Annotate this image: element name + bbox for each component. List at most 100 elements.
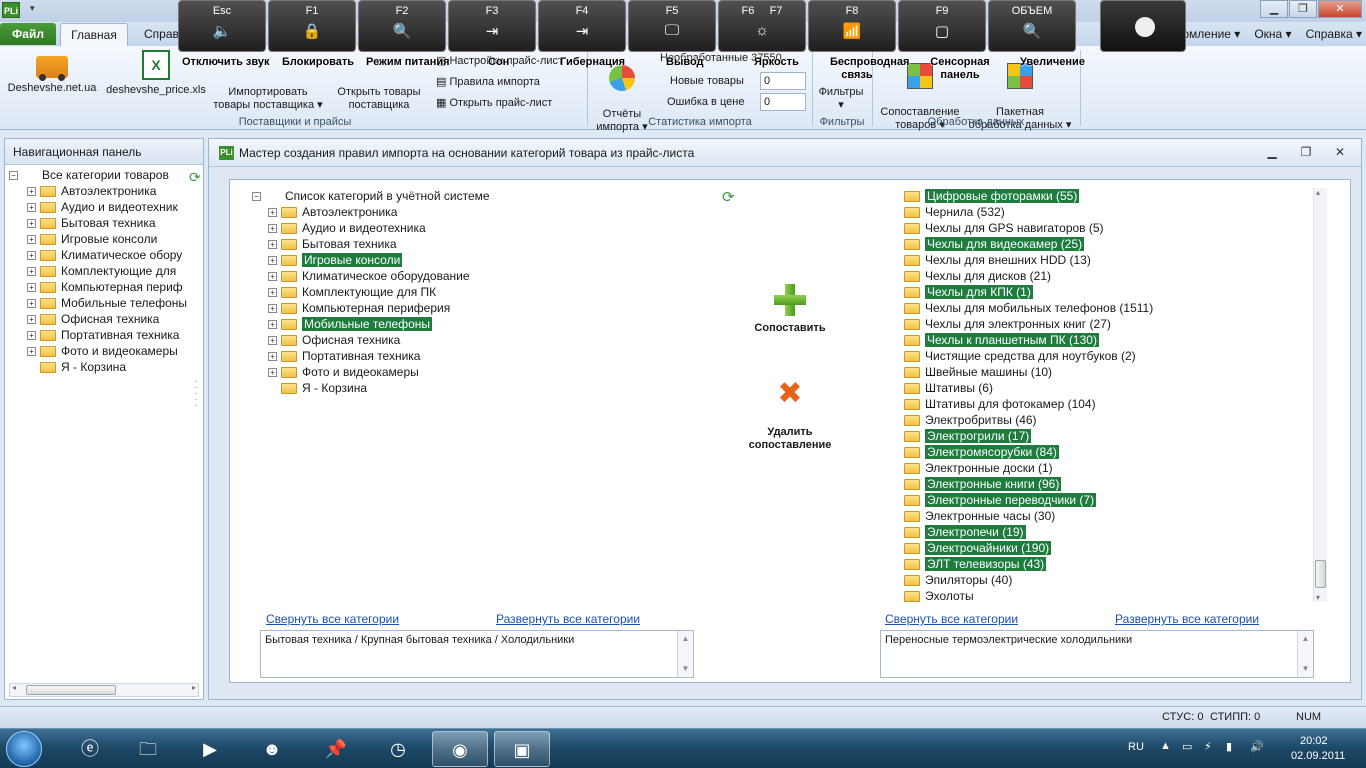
- clock-date[interactable]: 02.09.2011: [1291, 750, 1345, 762]
- menu-appearance[interactable]: омление ▾: [1182, 27, 1240, 41]
- pricelist-category-item[interactable]: Чехлы для мобильных телефонов (1511): [904, 300, 1153, 316]
- expand-icon[interactable]: +: [268, 208, 277, 218]
- nav-item[interactable]: + Климатическое обору: [5, 247, 187, 263]
- expand-icon[interactable]: +: [27, 267, 36, 277]
- pricelist-category-item[interactable]: ЭЛТ телевизоры (43): [904, 556, 1153, 572]
- expand-icon[interactable]: +: [27, 219, 36, 229]
- open-price-list-menu[interactable]: ▦ Открыть прайс-лист: [436, 96, 552, 109]
- pricelist-category-item[interactable]: Электронные часы (30): [904, 508, 1153, 524]
- nav-item[interactable]: + Компьютерная периф: [5, 279, 187, 295]
- pricelist-category-item[interactable]: Цифровые фоторамки (55): [904, 188, 1153, 204]
- nav-item[interactable]: + Бытовая техника: [5, 215, 187, 231]
- expand-icon[interactable]: +: [268, 256, 277, 266]
- scroll-up-arrow-icon[interactable]: ▴: [1316, 188, 1320, 197]
- expand-icon[interactable]: +: [27, 283, 36, 293]
- nav-item[interactable]: + Комплектующие для: [5, 263, 187, 279]
- expand-all-left-link[interactable]: Развернуть все категории: [496, 612, 640, 626]
- pricelist-category-item[interactable]: Чехлы к планшетным ПК (130): [904, 332, 1153, 348]
- language-indicator[interactable]: RU: [1128, 741, 1144, 753]
- left-category-item[interactable]: + Игровые консоли: [252, 252, 490, 268]
- expand-icon[interactable]: +: [27, 251, 36, 261]
- pricelist-category-item[interactable]: Чистящие средства для ноутбуков (2): [904, 348, 1153, 364]
- file-explorer-icon[interactable]: 🗀: [120, 731, 176, 767]
- scrollbar-thumb[interactable]: [26, 685, 116, 695]
- fkey-f5[interactable]: F5 🖵: [628, 0, 716, 52]
- internet-explorer-icon[interactable]: ⓔ: [62, 731, 118, 767]
- left-category-item[interactable]: + Бытовая техника: [252, 236, 490, 252]
- expand-icon[interactable]: +: [27, 187, 36, 197]
- import-rules-menu[interactable]: ▤ Правила импорта: [436, 75, 540, 88]
- pricelist-category-item[interactable]: Электропечи (19): [904, 524, 1153, 540]
- left-category-item[interactable]: + Аудио и видеотехника: [252, 220, 490, 236]
- tab-file[interactable]: Файл: [0, 23, 56, 45]
- left-category-item[interactable]: + Комплектующие для ПК: [252, 284, 490, 300]
- tree-root[interactable]: − Список категорий в учётной системе: [252, 188, 490, 204]
- refresh-icon[interactable]: ⟳: [189, 169, 201, 186]
- chrome-icon[interactable]: ◉: [432, 731, 488, 767]
- minimize-button[interactable]: ▁: [1260, 0, 1288, 18]
- filters-button[interactable]: Фильтры ▾: [814, 86, 868, 112]
- pli-app-icon[interactable]: ▣: [494, 731, 550, 767]
- scroll-right-arrow-icon[interactable]: ▸: [192, 683, 196, 692]
- left-path-box[interactable]: Бытовая техника / Крупная бытовая техник…: [260, 630, 694, 678]
- nav-item[interactable]: + Игровые консоли: [5, 231, 187, 247]
- expand-icon[interactable]: +: [268, 352, 277, 362]
- scroll-down-arrow-icon[interactable]: ▾: [1316, 593, 1320, 602]
- power-icon[interactable]: ⚡: [1204, 740, 1212, 753]
- scroll-left-arrow-icon[interactable]: ◂: [12, 683, 16, 692]
- expand-icon[interactable]: +: [268, 288, 277, 298]
- left-category-item[interactable]: + Портативная техника: [252, 348, 490, 364]
- nav-horizontal-scrollbar[interactable]: ◂ ▸: [9, 683, 199, 697]
- left-category-item[interactable]: + Автоэлектроника: [252, 204, 490, 220]
- volume-icon[interactable]: 🔊: [1250, 740, 1264, 753]
- nav-item[interactable]: + Аудио и видеотехник: [5, 199, 187, 215]
- nav-item[interactable]: + Портативная техника: [5, 327, 187, 343]
- expand-icon[interactable]: +: [27, 203, 36, 213]
- usb-icon[interactable]: ▭: [1182, 740, 1192, 753]
- pricelist-category-item[interactable]: Чехлы для КПК (1): [904, 284, 1153, 300]
- path-scrollbar[interactable]: ▲ ▼: [1297, 631, 1313, 677]
- show-hidden-icons-icon[interactable]: ▲: [1160, 740, 1171, 752]
- path-scrollbar[interactable]: ▲ ▼: [677, 631, 693, 677]
- pricelist-category-item[interactable]: Чехлы для GPS навигаторов (5): [904, 220, 1153, 236]
- nav-splitter-grip[interactable]: · · · · ·: [189, 377, 203, 439]
- pricelist-category-item[interactable]: Электронные доски (1): [904, 460, 1153, 476]
- deshevshe-button[interactable]: Deshevshe.net.ua: [6, 56, 98, 95]
- start-button[interactable]: [6, 731, 42, 767]
- expand-icon[interactable]: +: [268, 336, 277, 346]
- refresh-icon[interactable]: ⟳: [722, 188, 735, 206]
- wizard-close-button[interactable]: ✕: [1329, 143, 1351, 161]
- expand-icon[interactable]: +: [268, 320, 277, 330]
- close-button[interactable]: ✕: [1318, 0, 1362, 18]
- clock-app-icon[interactable]: ◷: [370, 731, 426, 767]
- app-logo[interactable]: PLi: [2, 2, 20, 18]
- fkey-f2[interactable]: F2 🔍: [358, 0, 446, 52]
- left-category-item[interactable]: + Компьютерная периферия: [252, 300, 490, 316]
- fkey-f9[interactable]: F9 ▢: [898, 0, 986, 52]
- menu-windows[interactable]: Окна ▾: [1254, 27, 1291, 41]
- fkey-f1[interactable]: F1 🔒: [268, 0, 356, 52]
- pricelist-category-item[interactable]: Электрогрили (17): [904, 428, 1153, 444]
- user-app-icon[interactable]: ☻: [244, 731, 300, 767]
- restore-button[interactable]: ❐: [1289, 0, 1317, 18]
- left-category-item[interactable]: + Мобильные телефоны: [252, 316, 490, 332]
- fkey-f3[interactable]: F3 ⇥: [448, 0, 536, 52]
- fkey-esc[interactable]: Esc 🔈: [178, 0, 266, 52]
- expand-icon[interactable]: +: [27, 331, 36, 341]
- wizard-restore-button[interactable]: ❐: [1295, 143, 1317, 161]
- pricelist-category-item[interactable]: Эхолоты: [904, 588, 1153, 604]
- collapse-icon[interactable]: −: [252, 192, 261, 202]
- pricelist-category-item[interactable]: Чехлы для внешних HDD (13): [904, 252, 1153, 268]
- fkey-f8[interactable]: F8 📶: [808, 0, 896, 52]
- left-category-item[interactable]: Я - Корзина: [252, 380, 490, 396]
- left-category-item[interactable]: + Офисная техника: [252, 332, 490, 348]
- expand-icon[interactable]: +: [268, 272, 277, 282]
- pricelist-category-item[interactable]: Чернила (532): [904, 204, 1153, 220]
- nav-item[interactable]: + Автоэлектроника: [5, 183, 187, 199]
- expand-icon[interactable]: +: [27, 299, 36, 309]
- fkey-f4[interactable]: F4 ⇥: [538, 0, 626, 52]
- collapse-all-left-link[interactable]: Свернуть все категории: [266, 612, 399, 626]
- right-path-box[interactable]: Переносные термоэлектрические холодильни…: [880, 630, 1314, 678]
- pricelist-category-item[interactable]: Штативы (6): [904, 380, 1153, 396]
- pricelist-category-item[interactable]: Электромясорубки (84): [904, 444, 1153, 460]
